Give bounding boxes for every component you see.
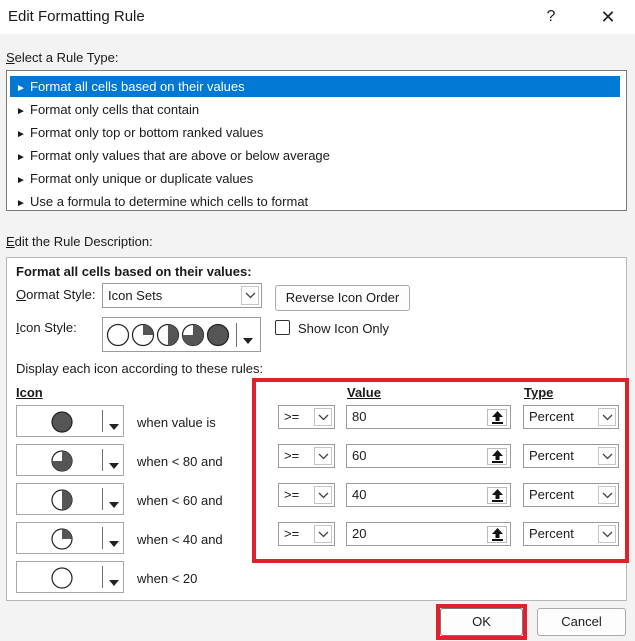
separator [236,323,237,347]
icon-style-label-text: con Style: [19,320,77,335]
format-style-value: Icon Sets [108,288,163,303]
rule-type-item-label: Format only values that are above or bel… [30,148,330,163]
title-bar: Edit Formatting Rule ? ✕ [0,0,635,34]
bullet-icon: ► [16,175,26,186]
column-icon-header: Icon [16,385,43,400]
dialog-title: Edit Formatting Rule [8,8,145,25]
show-icon-only-label[interactable]: Show Icon Only [298,321,389,336]
condition-label: when < 80 and [137,454,223,469]
chevron-down-icon[interactable] [109,535,119,550]
separator [102,410,103,432]
icon-style-label: Icon Style: [16,320,77,335]
bullet-icon: ► [16,152,26,163]
harvey-quarter-icon [51,528,73,553]
display-rules-label: Display each icon according to these rul… [16,361,263,376]
rule-type-item[interactable]: ► Use a formula to determine which cells … [10,191,620,212]
chevron-down-icon[interactable] [109,457,119,472]
show-icon-only-text: Show Icon Only [298,321,390,336]
separator [102,527,103,549]
harvey-empty-icon [51,567,73,592]
icon-select[interactable] [16,522,124,554]
icon-select[interactable] [16,405,124,437]
condition-label: when < 40 and [137,532,223,547]
rule-description-label-text: dit the Rule Description: [14,234,153,249]
condition-label: when value is [137,415,216,430]
icon-style-select[interactable] [102,317,261,352]
close-icon[interactable]: ✕ [596,5,620,29]
chevron-down-icon[interactable] [109,496,119,511]
bullet-icon: ► [16,198,26,209]
rule-type-item[interactable]: ► Format only values that are above or be… [10,145,620,166]
rule-type-label: Select a Rule Type: [6,50,119,65]
harvey-three-quarter-icon [51,450,73,475]
separator [102,566,103,588]
cancel-label: Cancel [561,614,602,629]
chevron-down-icon[interactable] [243,332,253,347]
rule-type-item-label: Format only top or bottom ranked values [30,125,264,140]
ok-highlight-box [436,604,527,640]
format-style-label-text: ormat Style: [26,287,96,302]
condition-label: when < 20 [137,571,198,586]
highlight-box [252,378,629,563]
icon-select[interactable] [16,444,124,476]
display-rules-text: Display each icon according to these rul… [16,361,264,376]
rule-type-item-label: Format all cells based on their values [30,79,245,94]
rule-type-item-label: Format only cells that contain [30,102,200,117]
rule-type-item[interactable]: ► Format only cells that contain [10,99,620,120]
description-heading: Format all cells based on their values: [16,264,252,279]
bullet-icon: ► [16,106,26,117]
rule-type-label-text: elect a Rule Type: [14,50,119,65]
rule-type-item-label: Use a formula to determine which cells t… [30,194,309,209]
rule-type-item-label: Format only unique or duplicate values [30,171,254,186]
separator [102,449,103,471]
condition-label: when < 60 and [137,493,223,508]
help-icon[interactable]: ? [539,5,563,29]
rule-type-item[interactable]: ► Format only top or bottom ranked values [10,122,620,143]
rule-type-list[interactable]: ► Format all cells based on their values … [6,70,627,211]
harvey-balls-icon-set [106,323,232,350]
icon-select[interactable] [16,483,124,515]
cancel-button[interactable]: Cancel [537,608,626,636]
format-style-select[interactable]: Icon Sets [102,283,262,308]
icon-select[interactable] [16,561,124,593]
rule-type-item[interactable]: ► Format all cells based on their values [10,76,620,97]
harvey-full-icon [51,411,73,436]
rule-description-panel: Format all cells based on their values: … [6,257,629,601]
chevron-down-icon[interactable] [109,418,119,433]
reverse-icon-order-button[interactable]: Reverse Icon Order [275,285,410,311]
reverse-icon-order-label: Reverse Icon Order [285,290,400,305]
format-style-label: Oormat Style: [16,287,96,302]
chevron-down-icon[interactable] [109,574,119,589]
show-icon-only-checkbox[interactable] [275,320,290,335]
bullet-icon: ► [16,83,26,94]
rule-description-label: Edit the Rule Description: [6,234,153,249]
bullet-icon: ► [16,129,26,140]
harvey-half-icon [51,489,73,514]
chevron-down-icon[interactable] [241,286,259,305]
separator [102,488,103,510]
rule-type-item[interactable]: ► Format only unique or duplicate values [10,168,620,189]
